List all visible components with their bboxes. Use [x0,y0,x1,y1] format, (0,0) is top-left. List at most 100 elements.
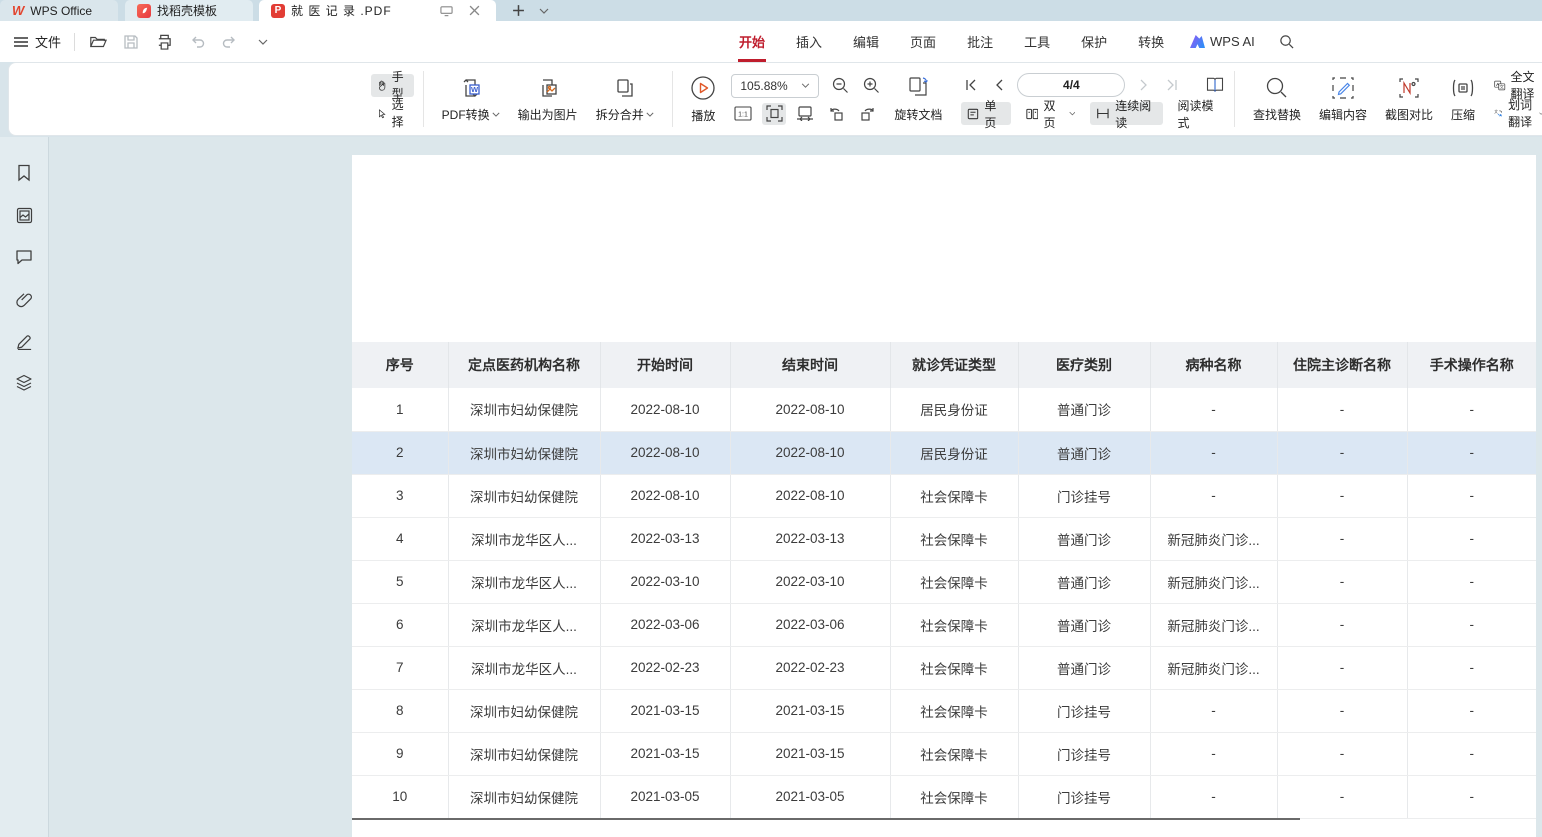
comment-icon[interactable] [14,247,34,267]
full-text-translate-button[interactable]: A文 全文翻译 [1488,74,1542,97]
table-cell: - [1407,646,1536,689]
undo-icon[interactable] [187,32,207,52]
word-translate-button[interactable]: 文A 划词翻译 [1488,102,1542,125]
menu-bar: 文件 开始插入编辑页面批注工具保护转换 WPS AI [0,21,1542,62]
rotate-document-button[interactable]: 旋转文档 [885,63,951,135]
search-icon[interactable] [1277,32,1297,52]
pdf-convert-label: PDF转换 [442,106,490,123]
tab-wps-office[interactable]: W WPS Office [0,0,118,21]
wps-ai-label: WPS AI [1210,34,1255,49]
tab-docer-templates[interactable]: 找稻壳模板 [125,0,253,21]
bookmark-icon[interactable] [14,163,34,183]
single-page-label: 单页 [984,97,1005,131]
more-actions-chevron-icon[interactable] [253,32,273,52]
layers-icon[interactable] [14,373,34,393]
menu-tab[interactable]: 保护 [1080,21,1108,62]
page-number-input[interactable] [1017,73,1125,97]
table-cell: 2 [352,431,448,474]
table-row: 9深圳市妇幼保健院2021-03-152021-03-15社会保障卡门诊挂号--… [352,732,1536,775]
double-page-button[interactable]: 双页 [1020,102,1082,125]
menu-tab[interactable]: 工具 [1023,21,1051,62]
redo-icon[interactable] [220,32,240,52]
edit-content-button[interactable]: 编辑内容 [1310,63,1376,135]
table-cell: - [1277,388,1407,431]
select-tool-button[interactable]: 选择 [371,102,414,125]
attachment-icon[interactable] [14,289,34,309]
menu-tab[interactable]: 编辑 [852,21,880,62]
split-merge-label: 拆分合并 [596,106,644,123]
play-button[interactable]: 播放 [681,63,725,135]
divider [672,71,673,127]
document-title: 就 医 记 录 .PDF [291,2,430,19]
zoom-in-icon[interactable] [861,76,881,96]
hand-tool-button[interactable]: 手型 [371,74,414,97]
table-cell: 普通门诊 [1018,388,1150,431]
rotate-left-icon[interactable] [824,103,848,125]
open-file-icon[interactable] [88,32,108,52]
screenshot-compare-button[interactable]: 截图对比 [1376,63,1442,135]
close-tab-icon[interactable] [464,1,484,21]
read-mode-button[interactable]: 阅读模式 [1172,102,1226,125]
zoom-level-select[interactable]: 105.88% [731,74,819,98]
table-row: 7深圳市龙华区人...2022-02-232022-02-23社会保障卡普通门诊… [352,646,1536,689]
compress-label: 压缩 [1451,106,1475,123]
tab-document-active[interactable]: P 就 医 记 录 .PDF [259,0,496,21]
menu-tab[interactable]: 转换 [1137,21,1165,62]
actual-size-button[interactable]: 1:1 [731,103,755,125]
table-row: 1深圳市妇幼保健院2022-08-102022-08-10居民身份证普通门诊--… [352,388,1536,431]
tab-list-chevron-icon[interactable] [534,1,554,21]
single-page-button[interactable]: 单页 [961,102,1010,125]
menu-tab[interactable]: 页面 [909,21,937,62]
find-replace-button[interactable]: 查找替换 [1244,63,1310,135]
pdf-convert-button[interactable]: W PDF转换 [433,63,509,135]
table-cell: 门诊挂号 [1018,689,1150,732]
table-cell: - [1150,732,1277,775]
menu-tab[interactable]: 批注 [966,21,994,62]
table-cell: 7 [352,646,448,689]
table-cell: - [1407,775,1536,818]
table-cell: 2021-03-15 [600,732,730,775]
zoom-out-icon[interactable] [830,76,850,96]
menu-tab[interactable]: 开始 [738,21,766,62]
table-cell: 普通门诊 [1018,646,1150,689]
table-cell: 2022-03-13 [600,517,730,560]
compress-button[interactable]: 压缩 [1442,63,1484,135]
continuous-reading-button[interactable]: 连续阅读 [1090,102,1162,125]
split-merge-button[interactable]: 拆分合并 [587,63,663,135]
header-cell: 结束时间 [730,342,890,388]
last-page-icon[interactable] [1161,75,1181,95]
screenshot-compare-icon [1397,76,1421,100]
new-tab-button[interactable] [508,1,528,21]
table-cell: 2022-02-23 [730,646,890,689]
table-cell: 2021-03-05 [600,775,730,818]
annotate-pen-icon[interactable] [14,331,34,351]
file-menu-button[interactable]: 文件 [12,32,61,51]
table-cell: 1 [352,388,448,431]
rotate-right-icon[interactable] [855,103,879,125]
fit-page-button[interactable] [762,103,786,125]
table-cell: 8 [352,689,448,732]
table-cell: 深圳市妇幼保健院 [448,388,600,431]
table-row: 8深圳市妇幼保健院2021-03-152021-03-15社会保障卡门诊挂号--… [352,689,1536,732]
save-icon[interactable] [121,32,141,52]
pdf-file-icon: P [271,4,285,18]
table-cell: 深圳市龙华区人... [448,646,600,689]
full-text-translate-icon: A文 [1494,78,1505,93]
print-icon[interactable] [154,32,174,52]
export-image-button[interactable]: 输出为图片 [509,63,587,135]
read-mode-icon[interactable] [1205,75,1225,95]
first-page-icon[interactable] [961,75,981,95]
play-icon [690,75,716,101]
next-page-icon[interactable] [1133,75,1153,95]
header-cell: 就诊凭证类型 [890,342,1018,388]
prev-page-icon[interactable] [989,75,1009,95]
wps-ai-button[interactable]: WPS AI [1190,34,1255,49]
select-tool-label: 选择 [392,96,408,130]
svg-text:1:1: 1:1 [738,112,748,119]
hand-icon [377,78,387,93]
thumbnail-icon[interactable] [14,205,34,225]
table-row: 10深圳市妇幼保健院2021-03-052021-03-05社会保障卡门诊挂号-… [352,775,1536,818]
fit-width-button[interactable] [793,103,817,125]
menu-tab[interactable]: 插入 [795,21,823,62]
monitor-icon[interactable] [436,1,456,21]
